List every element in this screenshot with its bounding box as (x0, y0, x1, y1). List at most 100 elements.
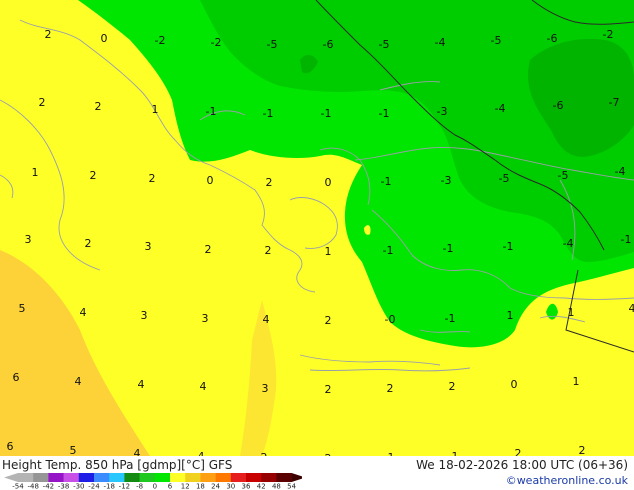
contour-value-label: -1 (383, 244, 394, 257)
contour-value-label: 2 (325, 383, 332, 396)
contour-value-label: 5 (19, 302, 26, 315)
contour-value-label: 2 (325, 314, 332, 327)
contour-value-label: -2 (155, 34, 166, 47)
colorbar-tick-label: -48 (27, 483, 38, 490)
contour-value-label: -1 (503, 240, 514, 253)
contour-value-label: 4 (80, 306, 87, 319)
contour-value-label: 4 (75, 375, 82, 388)
colorbar-swatch (246, 473, 262, 482)
contour-value-label: 1 (152, 103, 159, 116)
contour-value-label: 2 (515, 447, 522, 456)
contour-value-label: 3 (202, 312, 209, 325)
contour-value-label: -1 (321, 107, 332, 120)
colorbar-tick-label: -12 (119, 483, 130, 490)
contour-value-label: 4 (200, 380, 207, 393)
colorbar-swatch (185, 473, 201, 482)
colorbar-tick-label: 36 (242, 483, 251, 490)
colorbar-tick-label: -18 (103, 483, 114, 490)
contour-value-label: 6 (13, 371, 20, 384)
colorbar-tick-label: 24 (211, 483, 220, 490)
colorbar-swatch (63, 473, 80, 482)
colorbar-swatch (276, 473, 292, 482)
colorbar-swatch (48, 473, 64, 482)
contour-value-label: -6 (547, 32, 558, 45)
colorbar-swatch (94, 473, 110, 482)
contour-value-label: -5 (499, 172, 510, 185)
contour-value-label: -5 (491, 34, 502, 47)
colorbar-tick-label: -30 (73, 483, 84, 490)
contour-value-label: 3 (262, 382, 269, 395)
colorbar-tick-label: 30 (226, 483, 235, 490)
contour-value-label: 2 (265, 244, 272, 257)
colorbar-tick-label: 0 (153, 483, 157, 490)
contour-value-label: -1 (206, 105, 217, 118)
site-credit-link[interactable]: ©weatheronline.co.uk (506, 474, 628, 487)
contour-value-label: -6 (323, 38, 334, 51)
contour-value-label: -6 (553, 99, 564, 112)
map-footer: Height Temp. 850 hPa [gdmp][°C] GFS We 1… (0, 456, 634, 490)
contour-value-label: -5 (267, 38, 278, 51)
colorbar-tick-label: -54 (12, 483, 24, 490)
colorbar-swatch (33, 473, 49, 482)
colorbar-swatch (124, 473, 140, 482)
contour-value-label: 2 (449, 380, 456, 393)
contour-value-label: -1 (263, 107, 274, 120)
contour-value-label: -2 (603, 28, 614, 41)
contour-value-label: -7 (609, 96, 620, 109)
map-title: Height Temp. 850 hPa [gdmp][°C] GFS (2, 458, 233, 472)
colorbar-swatch (78, 473, 95, 482)
colorbar-tick-label: -42 (43, 483, 54, 490)
colorbar-swatch (230, 473, 247, 482)
temperature-map: 2 0 -2 -2 -5 -6 -5 -4 -5 -6 -2 2 2 1 -1 -1 -1 -1 -3 -4 -6 -7 1… (0, 0, 634, 456)
contour-value-label: 2 (85, 237, 92, 250)
contour-value-label: 1 (32, 166, 39, 179)
contour-value-label: 3 (141, 309, 148, 322)
contour-value-label: 5 (70, 444, 77, 456)
contour-value-label: 2 (45, 28, 52, 41)
colorbar-arrow-low (4, 473, 18, 482)
contour-value-label: -1 (379, 107, 390, 120)
contour-value-label: -3 (437, 105, 448, 118)
contour-value-label: -3 (441, 174, 452, 187)
colorbar-swatch (261, 473, 277, 482)
contour-value-label: -1 (443, 242, 454, 255)
colorbar-tick-label: 12 (181, 483, 190, 490)
colorbar-arrow-high (291, 473, 302, 482)
contour-value-label: 0 (101, 32, 108, 45)
contour-value-label: -1 (381, 175, 392, 188)
contour-value-label: -4 (615, 165, 626, 178)
colorbar-tick-label: 6 (168, 483, 173, 490)
colorbar-tick-label: -38 (58, 483, 69, 490)
contour-value-label: -0 (385, 313, 396, 326)
contour-value-label: -1 (445, 312, 456, 325)
contour-value-label: 4 (263, 313, 270, 326)
colorbar-swatch (18, 473, 34, 482)
colorbar-tick-label: 42 (257, 483, 266, 490)
contour-value-label: 4 (629, 302, 634, 315)
map-canvas: 2 0 -2 -2 -5 -6 -5 -4 -5 -6 -2 2 2 1 -1 -1 -1 -1 -3 -4 -6 -7 1… (0, 0, 634, 456)
colorbar-swatch (215, 473, 232, 482)
contour-value-label: 2 (95, 100, 102, 113)
colorbar-tick-label: 54 (287, 483, 296, 490)
contour-value-label: 2 (579, 444, 586, 456)
contour-value-label: 1 (325, 245, 332, 258)
contour-value-label: 0 (207, 174, 214, 187)
contour-value-label: 4 (134, 447, 141, 456)
contour-value-label: 2 (205, 243, 212, 256)
contour-value-label: -5 (558, 169, 569, 182)
contour-value-label: 0 (511, 378, 518, 391)
colorbar-swatch (139, 473, 156, 482)
colorbar-tick-label: -8 (136, 483, 143, 490)
contour-value-label: 2 (149, 172, 156, 185)
colorbar-tick-label: 18 (196, 483, 205, 490)
contour-value-label: -1 (621, 233, 632, 246)
contour-value-label: 1 (507, 309, 514, 322)
temperature-colorbar: -54 -48 -42 -38 -30 -24 -18 -12 -8 0 6 12 18 24 30 36 42… (4, 473, 302, 490)
contour-value-label: 2 (266, 176, 273, 189)
contour-value-label: 2 (39, 96, 46, 109)
contour-value-label: 4 (138, 378, 145, 391)
contour-value-label: 0 (325, 176, 332, 189)
contour-value-label: -5 (379, 38, 390, 51)
contour-value-label: 6 (7, 440, 14, 453)
contour-value-label: 2 (387, 382, 394, 395)
